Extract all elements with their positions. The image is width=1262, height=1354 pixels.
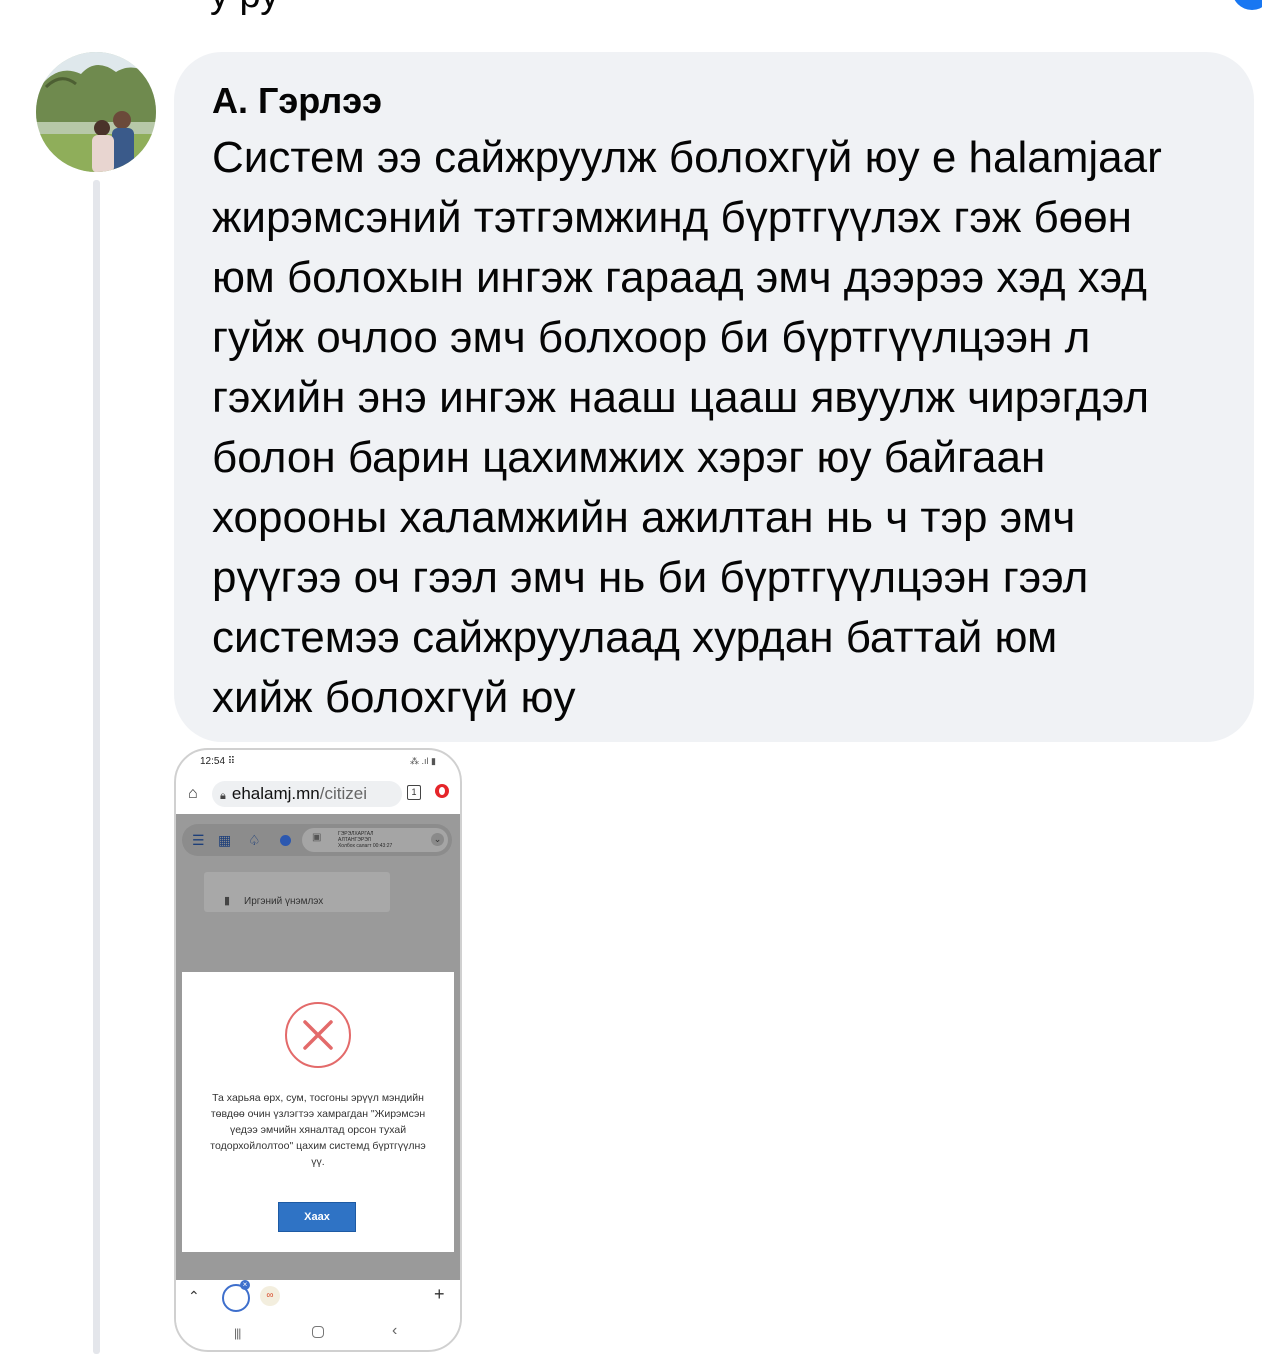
chevron-up-icon[interactable]: ⌃ bbox=[188, 1288, 200, 1305]
user-avatar-icon: ▣ bbox=[312, 832, 322, 843]
comment-line: гуйж очлоо эмч болхоор би бүртгүүлцээн л bbox=[212, 313, 1091, 362]
previous-comment-cut: у ру bbox=[210, 0, 279, 17]
url-path: /citizei bbox=[319, 784, 367, 803]
user-name: ГЭРЭЛХАРГАЛ АЛТАНГЭРЭЛ bbox=[338, 831, 374, 843]
recents-icon[interactable]: ||| bbox=[234, 1326, 241, 1340]
card-label: Иргэний үнэмлэх bbox=[244, 896, 324, 907]
thread-line bbox=[93, 180, 100, 1354]
comment-line: болон барин цахимжих хэрэг юу байгаан bbox=[212, 433, 1046, 482]
tabs-icon: 1 bbox=[407, 785, 421, 800]
session-label: Холбох салагт 00:43:27 bbox=[338, 843, 393, 849]
comment-author[interactable]: А. Гэрлээ bbox=[212, 80, 382, 122]
comment-line: жирэмсэний тэтгэмжинд бүртгүүлэх гэж бөө… bbox=[212, 193, 1132, 242]
app-bar: ☰ ▦ ♤ ▣ ГЭРЭЛХАРГАЛ АЛТАНГЭРЭЛ Холбох сал… bbox=[182, 824, 452, 856]
home-icon: ⌂ bbox=[188, 785, 198, 802]
error-modal: Та харьяа өрх, сум, тосгоны эрүүл мэндий… bbox=[182, 972, 454, 1252]
comment-text: Систем ээ сайжруулж болохгүй юу е halamj… bbox=[212, 128, 1242, 728]
url-host: ehalamj.mn bbox=[231, 784, 320, 803]
document-icon: ▮ bbox=[224, 895, 231, 907]
bell-icon: ♤ bbox=[248, 832, 261, 848]
comment-line: хорооны халамжийн ажилтан нь ч тэр эмч bbox=[212, 493, 1076, 542]
comment-line: системээ сайжруулаад хурдан баттай юм bbox=[212, 613, 1058, 662]
address-bar: ⌂ 🔒︎ ehalamj.mn/citizei 1 bbox=[182, 780, 454, 808]
info-icon bbox=[280, 835, 291, 846]
avatar-photo bbox=[36, 52, 156, 172]
opera-icon bbox=[435, 784, 449, 798]
comment-line: гэхийн энэ ингэж нааш цааш явуулж чирэгд… bbox=[212, 373, 1149, 422]
comment-line: Систем ээ сайжруулж болохгүй юу е halamj… bbox=[212, 133, 1162, 182]
user-chip: ▣ ГЭРЭЛХАРГАЛ АЛТАНГЭРЭЛ Холбох салагт 00… bbox=[302, 828, 448, 852]
back-icon[interactable]: ‹ bbox=[392, 1322, 397, 1340]
menu-icon: ☰ bbox=[192, 832, 205, 848]
modal-message: Та харьяа өрх, сум, тосгоны эрүүл мэндий… bbox=[210, 1092, 426, 1168]
lock-icon: 🔒︎ bbox=[220, 790, 226, 802]
comment-line: рүүгээ оч гээл эмч нь би бүртгүүлцээн гэ… bbox=[212, 553, 1089, 602]
system-nav-bar: ||| ‹ bbox=[176, 1318, 460, 1348]
grid-icon: ▦ bbox=[218, 832, 232, 848]
attached-screenshot[interactable]: 12:54 ⠿ ⁂ .ıl ▮ ⌂ 🔒︎ ehalamj.mn/citizei 1… bbox=[174, 748, 462, 1352]
link-icon[interactable]: ∞ bbox=[260, 1286, 280, 1306]
error-x-icon bbox=[285, 1002, 351, 1068]
status-time: 12:54 ⠿ bbox=[200, 756, 236, 767]
comment-line: хийж болохгүй юу bbox=[212, 673, 576, 722]
home-nav-icon[interactable] bbox=[312, 1326, 324, 1338]
avatar[interactable] bbox=[36, 52, 156, 172]
close-button[interactable]: Хаах bbox=[278, 1202, 356, 1232]
status-icons: ⁂ .ıl ▮ bbox=[410, 756, 436, 766]
plus-icon[interactable]: + bbox=[434, 1284, 445, 1305]
web-content: ☰ ▦ ♤ ▣ ГЭРЭЛХАРГАЛ АЛТАНГЭРЭЛ Холбох сал… bbox=[176, 814, 460, 1326]
url-field: 🔒︎ ehalamj.mn/citizei bbox=[212, 781, 402, 807]
chevron-down-icon: ⌄ bbox=[431, 833, 444, 846]
extension-close-icon: × bbox=[240, 1280, 250, 1290]
comment-line: юм болохын ингэж гараад эмч дээрээ хэд х… bbox=[212, 253, 1147, 302]
browser-bottom-bar: ⌃ × ∞ + bbox=[176, 1280, 460, 1318]
previous-reaction-icon bbox=[1232, 0, 1262, 10]
